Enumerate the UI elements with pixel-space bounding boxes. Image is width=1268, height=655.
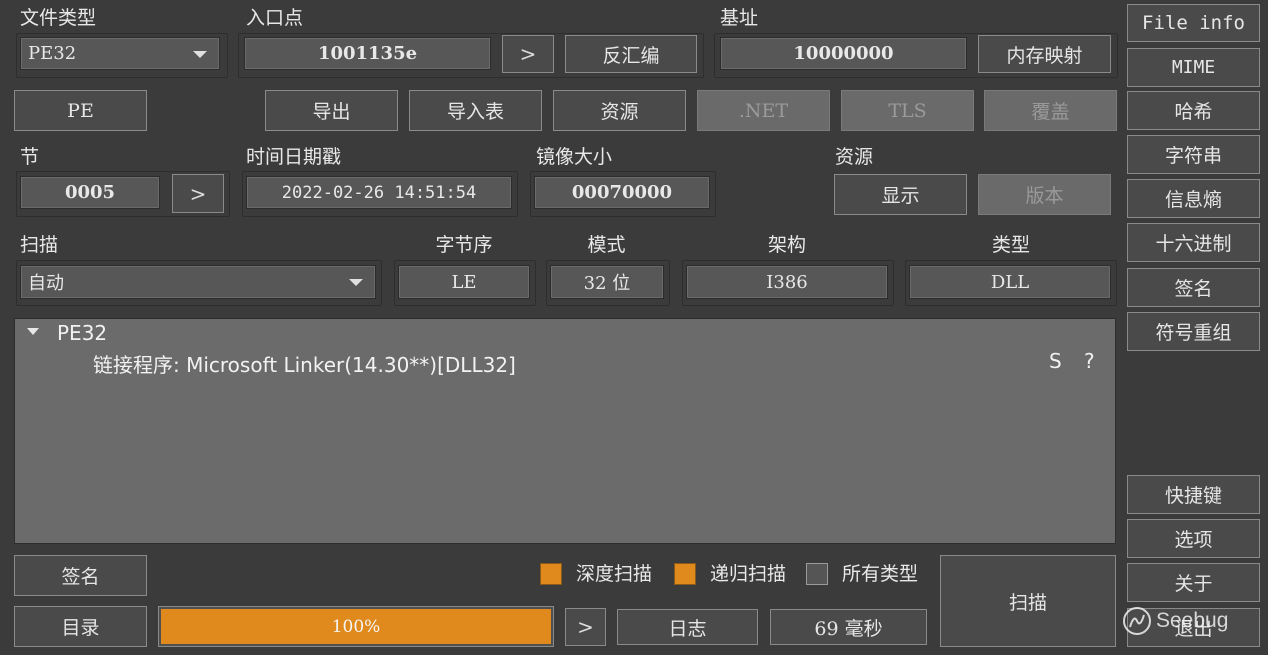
image-size-value: 00070000 (534, 176, 710, 209)
recursive-scan-label: 递归扫描 (710, 563, 787, 585)
resources-version-button[interactable]: 版本 (978, 174, 1111, 215)
expand-arrow-icon[interactable] (27, 328, 39, 335)
all-types-checkbox[interactable] (806, 563, 828, 585)
resources-show-button[interactable]: 显示 (834, 174, 967, 215)
watermark-text: Seebug (1156, 609, 1229, 632)
file-type-select[interactable]: PE32 (20, 37, 220, 70)
scan-label: 扫描 (20, 234, 59, 256)
tls-button[interactable]: TLS (841, 90, 974, 131)
entry-point-label: 入口点 (246, 7, 304, 29)
recursive-scan-checkbox[interactable] (674, 563, 696, 585)
about-button[interactable]: 关于 (1127, 563, 1260, 602)
signatures-button[interactable]: 签名 (1127, 268, 1260, 307)
resources-button[interactable]: 资源 (553, 90, 686, 131)
scan-mode-select[interactable]: 自动 (20, 265, 376, 299)
timestamp-label: 时间日期戳 (246, 146, 342, 168)
elapsed-time: 69 毫秒 (770, 609, 927, 645)
export-button[interactable]: 导出 (265, 90, 398, 131)
hash-button[interactable]: 哈希 (1127, 91, 1260, 130)
shortcuts-button[interactable]: 快捷键 (1127, 475, 1260, 514)
result-flag-s[interactable]: S (1049, 349, 1062, 373)
watermark-logo-icon (1123, 607, 1151, 635)
type-value: DLL (909, 265, 1111, 299)
endianness-label: 字节序 (435, 234, 493, 256)
mode-label: 模式 (587, 234, 626, 256)
import-button[interactable]: 导入表 (409, 90, 542, 131)
architecture-value: I386 (686, 265, 888, 299)
scan-result-tree[interactable]: PE32 链接程序: Microsoft Linker(14.30**)[DLL… (14, 318, 1116, 544)
net-button[interactable]: .NET (697, 90, 830, 131)
chevron-down-icon (349, 279, 363, 286)
resources-label: 资源 (835, 146, 874, 168)
file-type-value: PE32 (28, 43, 77, 64)
scan-progress-bar: 100% (158, 606, 554, 647)
signature-button[interactable]: 签名 (14, 555, 147, 596)
sections-label: 节 (20, 146, 40, 168)
disassemble-button[interactable]: 反汇编 (565, 35, 697, 73)
progress-text: 100% (331, 616, 381, 637)
strings-button[interactable]: 字符串 (1127, 135, 1260, 174)
result-entry[interactable]: 链接程序: Microsoft Linker(14.30**)[DLL32] (93, 349, 516, 378)
deep-scan-checkbox[interactable] (540, 563, 562, 585)
watermark: Seebug (1122, 606, 1228, 636)
file-info-button[interactable]: File info (1127, 4, 1260, 42)
image-size-label: 镜像大小 (536, 146, 613, 168)
overlay-button[interactable]: 覆盖 (984, 90, 1117, 131)
directory-button[interactable]: 目录 (14, 606, 147, 647)
result-flag-help[interactable]: ? (1084, 349, 1095, 373)
file-type-label: 文件类型 (20, 7, 97, 29)
result-root[interactable]: PE32 (57, 321, 107, 345)
base-address-value: 10000000 (720, 37, 967, 70)
base-address-label: 基址 (720, 7, 759, 29)
scan-mode-value: 自动 (28, 273, 64, 294)
type-label: 类型 (991, 234, 1030, 256)
entry-point-goto-button[interactable]: > (502, 35, 554, 73)
all-types-label: 所有类型 (842, 563, 919, 585)
architecture-label: 架构 (767, 234, 806, 256)
memory-map-button[interactable]: 内存映射 (978, 35, 1111, 73)
mode-value: 32 位 (550, 265, 664, 299)
timestamp-value: 2022-02-26 14:51:54 (246, 176, 512, 209)
sections-goto-button[interactable]: > (172, 174, 224, 213)
scan-button[interactable]: 扫描 (940, 555, 1116, 647)
progress-next-button[interactable]: > (565, 608, 606, 646)
mime-button[interactable]: MIME (1127, 48, 1260, 87)
chevron-down-icon (193, 50, 207, 58)
pe-button[interactable]: PE (14, 90, 147, 131)
entropy-button[interactable]: 信息熵 (1127, 179, 1260, 218)
entry-point-value: 1001135e (244, 37, 491, 70)
options-button[interactable]: 选项 (1127, 519, 1260, 558)
sections-value: 0005 (20, 176, 160, 209)
endianness-value: LE (398, 265, 530, 299)
demangle-button[interactable]: 符号重组 (1127, 312, 1260, 351)
hex-button[interactable]: 十六进制 (1127, 223, 1260, 262)
log-button[interactable]: 日志 (617, 609, 758, 645)
deep-scan-label: 深度扫描 (576, 563, 653, 585)
